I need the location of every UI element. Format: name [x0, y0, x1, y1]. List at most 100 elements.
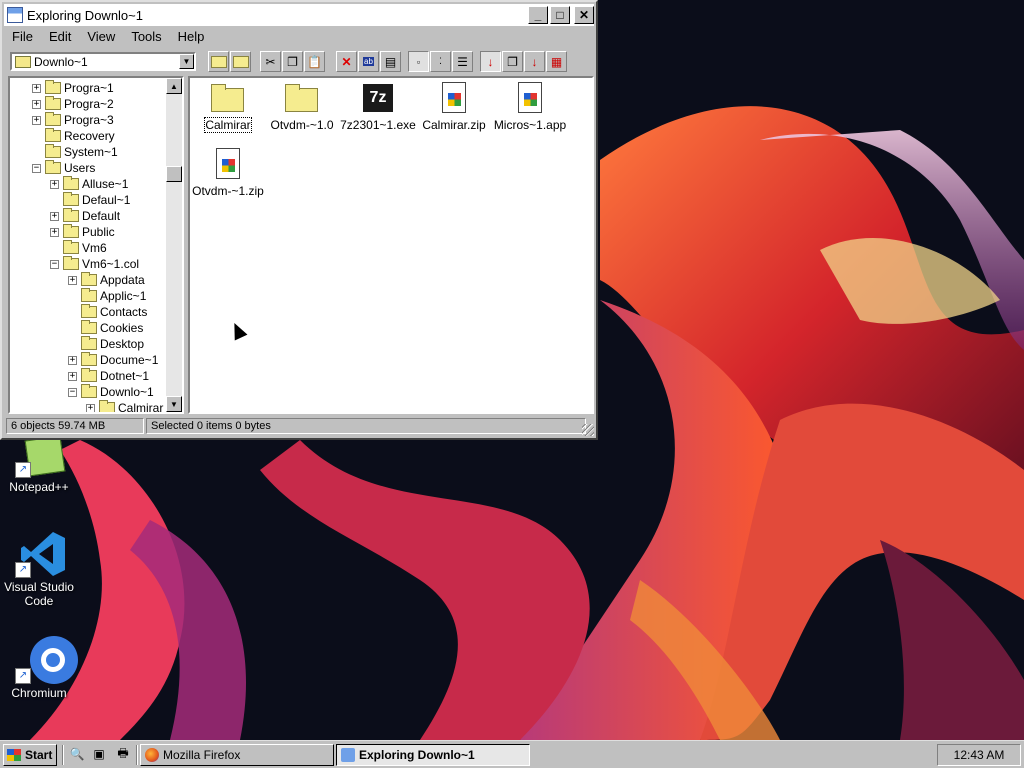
file-list[interactable]: Calmirar Otvdm-~1.0 7z 7z2301~1.exe Calmirar… [188, 76, 594, 414]
tree-item[interactable]: System~1 [32, 144, 118, 160]
tree-item-label: Vm6 [82, 241, 107, 255]
scroll-thumb[interactable] [166, 166, 182, 182]
tree-item[interactable]: Recovery [32, 128, 115, 144]
collapse-icon[interactable]: − [50, 259, 59, 269]
scroll-up-button[interactable]: ▲ [166, 78, 182, 94]
tree-item[interactable]: + Appdata [68, 272, 145, 288]
expand-icon[interactable]: + [68, 371, 77, 381]
desktop-icon-label: Chromium [11, 686, 67, 700]
tree-item[interactable]: Desktop [68, 336, 144, 352]
quicklaunch-document-icon[interactable]: ▣ [90, 745, 108, 763]
copy-button[interactable]: ❐ [282, 51, 303, 72]
file-item[interactable]: Otvdm-~1.zip [190, 148, 266, 198]
expand-icon[interactable]: + [68, 355, 77, 365]
tree-item-label: Recovery [64, 129, 115, 143]
tree-scrollbar[interactable]: ▲ ▼ [166, 78, 182, 412]
tree-item[interactable]: Cookies [68, 320, 143, 336]
file-item[interactable]: Otvdm-~1.0 [264, 82, 340, 132]
tree-item[interactable]: + Alluse~1 [50, 176, 128, 192]
tree-item[interactable]: − Users [32, 160, 95, 176]
menu-edit[interactable]: Edit [41, 27, 79, 47]
sevenzip-icon: 7z [361, 82, 395, 114]
quicklaunch-explorer-icon[interactable]: 🔍 [68, 745, 86, 763]
sort-name-button[interactable]: ↓ [480, 51, 501, 72]
sort-size-button[interactable]: ↓ [524, 51, 545, 72]
taskbar-separator [136, 745, 138, 765]
expand-icon[interactable]: + [32, 83, 41, 93]
tree-item[interactable]: Defaul~1 [50, 192, 130, 208]
expand-icon[interactable]: + [32, 115, 41, 125]
tree-item[interactable]: + Calmirar [86, 400, 163, 412]
file-item[interactable]: Micros~1.app [492, 82, 568, 132]
paste-button[interactable]: 📋 [304, 51, 325, 72]
small-icons-button[interactable]: ⁚ [430, 51, 451, 72]
explorer-app-icon[interactable] [7, 7, 23, 23]
address-value: Downlo~1 [34, 54, 88, 69]
expand-icon[interactable]: + [32, 99, 41, 109]
folder-tree[interactable]: + Progra~1 + Progra~2 + Progra~3 Recovery Syste… [8, 76, 184, 414]
tree-item[interactable]: + Progra~2 [32, 96, 114, 112]
expand-icon[interactable]: + [68, 275, 77, 285]
tree-item[interactable]: + Default [50, 208, 120, 224]
rename-button[interactable]: ab [358, 51, 379, 72]
menu-bar: File Edit View Tools Help [4, 27, 212, 47]
close-button[interactable]: ✕ [574, 6, 594, 24]
tree-item[interactable]: + Public [50, 224, 115, 240]
tree-item[interactable]: + Docume~1 [68, 352, 158, 368]
folder-icon [81, 384, 97, 398]
tree-item[interactable]: − Vm6~1.col [50, 256, 139, 272]
expand-icon[interactable]: + [50, 179, 59, 189]
menu-file[interactable]: File [4, 27, 41, 47]
tree-item[interactable]: + Dotnet~1 [68, 368, 149, 384]
desktop-icon-chromium[interactable]: ↗ Chromium [0, 636, 78, 700]
title-bar[interactable]: Exploring Downlo~1 _ □ ✕ [4, 4, 594, 26]
quicklaunch-printer-icon[interactable]: 🖶 [114, 745, 132, 763]
large-icons-button[interactable]: ▫ [408, 51, 429, 72]
menu-help[interactable]: Help [170, 27, 213, 47]
scroll-down-button[interactable]: ▼ [166, 396, 182, 412]
file-item-label: Otvdm-~1.zip [192, 184, 264, 198]
delete-button[interactable]: ✕ [336, 51, 357, 72]
folder-icon [81, 320, 97, 334]
map-drive-button[interactable] [230, 51, 251, 72]
desktop-icon-vscode[interactable]: ↗ Visual Studio Code [0, 530, 78, 608]
tree-item-label: Progra~2 [64, 97, 114, 111]
properties-button[interactable]: ▤ [380, 51, 401, 72]
cut-button[interactable]: ✂ [260, 51, 281, 72]
start-button[interactable]: Start [3, 744, 57, 766]
tree-item[interactable]: Applic~1 [68, 288, 146, 304]
map-drive-icon [232, 55, 249, 68]
task-explorer[interactable]: Exploring Downlo~1 [336, 744, 530, 766]
file-item[interactable]: Calmirar [190, 82, 266, 133]
tree-item[interactable]: Vm6 [50, 240, 107, 256]
tree-item[interactable]: Contacts [68, 304, 147, 320]
task-firefox[interactable]: Mozilla Firefox [140, 744, 334, 766]
file-item[interactable]: 7z 7z2301~1.exe [340, 82, 416, 132]
system-tray-clock[interactable]: 12:43 AM [937, 744, 1021, 766]
resize-grip[interactable] [582, 424, 594, 436]
folder-icon [99, 400, 115, 412]
sort-date-button[interactable]: ▦ [546, 51, 567, 72]
tree-item[interactable]: − Downlo~1 [68, 384, 154, 400]
desktop-icon-notepadpp[interactable]: ↗ Notepad++ [0, 435, 78, 494]
details-button[interactable]: ☰ [452, 51, 473, 72]
expand-icon[interactable]: + [50, 211, 59, 221]
menu-view[interactable]: View [79, 27, 123, 47]
file-item[interactable]: Calmirar.zip [416, 82, 492, 132]
expand-icon[interactable]: + [86, 403, 95, 412]
folder-icon [63, 256, 79, 270]
chevron-down-icon[interactable]: ▼ [179, 54, 194, 69]
tree-item-label: Default [82, 209, 121, 223]
tree-item[interactable]: + Progra~1 [32, 80, 114, 96]
expand-icon[interactable]: + [50, 227, 59, 237]
menu-tools[interactable]: Tools [123, 27, 169, 47]
minimize-button[interactable]: _ [528, 6, 548, 24]
tree-item[interactable]: + Progra~3 [32, 112, 114, 128]
collapse-icon[interactable]: − [68, 387, 77, 397]
collapse-icon[interactable]: − [32, 163, 41, 173]
folder-icon [81, 272, 97, 286]
maximize-button[interactable]: □ [550, 6, 570, 24]
up-folder-button[interactable] [208, 51, 229, 72]
address-combo[interactable]: Downlo~1 ▼ [10, 52, 196, 71]
sort-type-button[interactable]: ❐ [502, 51, 523, 72]
